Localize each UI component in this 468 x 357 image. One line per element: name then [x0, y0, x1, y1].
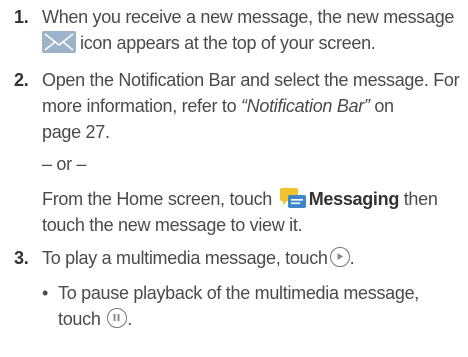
step-text: Open the Notification Bar and select the… — [42, 67, 460, 145]
text-run: . — [349, 248, 355, 268]
step-line: To play a multimedia message, touch. — [42, 245, 460, 271]
text-run: more information, refer to — [42, 96, 241, 116]
step-line: Open the Notification Bar and select the… — [42, 70, 460, 90]
step-line: more information, refer to “Notification… — [42, 93, 460, 119]
instruction-page: 1. When you receive a new message, the n… — [0, 0, 468, 357]
step-number: 1. — [14, 7, 29, 27]
or-separator-wrap: – or – — [42, 151, 460, 177]
pause-icon — [107, 308, 128, 329]
step-number: 3. — [14, 248, 29, 268]
text-run: From the Home screen, touch — [42, 189, 277, 209]
text-run: touch — [58, 309, 101, 329]
cross-reference: “Notification Bar” — [240, 96, 370, 116]
bullet-text: To pause playback of the multimedia mess… — [58, 280, 460, 332]
text-run: on — [369, 96, 394, 116]
step-line: From the Home screen, touch Messaging th… — [42, 186, 460, 212]
envelope-icon — [42, 31, 76, 54]
bullet-line: To pause playback of the multimedia mess… — [58, 283, 420, 303]
step-text: When you receive a new message, the new … — [42, 4, 460, 56]
step-number: 2. — [14, 70, 29, 90]
bullet: • — [42, 283, 49, 303]
step-text: From the Home screen, touch Messaging th… — [42, 186, 460, 238]
step-text: To play a multimedia message, touch. — [42, 245, 460, 271]
step-line: page 27. — [42, 122, 110, 142]
step-line-text: icon appears at the top of your screen. — [80, 33, 376, 53]
text-run: . — [127, 309, 132, 329]
text-run: then — [399, 189, 438, 209]
messaging-app-icon — [279, 186, 307, 210]
step-line: icon appears at the top of your screen. — [42, 30, 460, 56]
bullet-line: touch . — [58, 306, 460, 332]
text-run: To play a multimedia message, touch — [42, 248, 328, 268]
app-name: Messaging — [308, 189, 400, 209]
step-line: When you receive a new message, the new … — [42, 7, 455, 27]
or-separator: – or – — [42, 154, 87, 174]
play-icon — [329, 247, 350, 268]
step-line: touch the new message to view it. — [42, 215, 303, 236]
